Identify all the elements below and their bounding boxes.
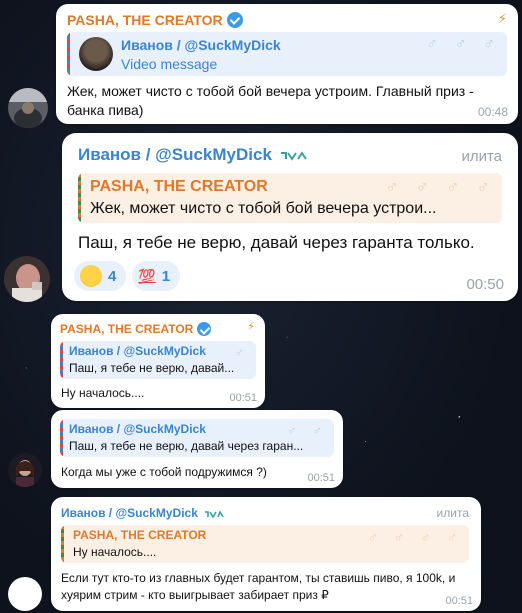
- reply-sender: PASHA, THE CREATOR: [73, 528, 207, 542]
- reply-pattern-icon: ♂: [234, 345, 250, 360]
- reply-sender: PASHA, THE CREATOR: [90, 178, 268, 195]
- sender-name[interactable]: PASHA, THE CREATOR: [67, 12, 243, 28]
- lightning-icon: ⚡: [497, 11, 507, 26]
- reply-quote[interactable]: PASHA, THE CREATOR Жек, может чисто с то…: [78, 173, 502, 223]
- reply-quote[interactable]: Иванов / @SuckMyDick Video message ♂ ♂ ♂: [67, 32, 507, 76]
- sender-name[interactable]: Иванов / @SuckMyDick: [78, 145, 308, 165]
- reaction-count: 1: [161, 267, 171, 285]
- sender-label[interactable]: Иванов / @SuckMyDick: [61, 506, 198, 520]
- avatar[interactable]: [8, 577, 42, 611]
- message-text: Если тут кто-то из главных будет гаранто…: [61, 571, 456, 602]
- verified-icon: [226, 12, 243, 28]
- message-text: Когда мы уже с тобой подружимся ?): [61, 465, 267, 479]
- video-thumbnail: [79, 37, 113, 71]
- reaction-grin[interactable]: 4: [74, 261, 127, 291]
- reply-sender: Иванов / @SuckMyDick: [69, 422, 206, 436]
- reply-text: Паш, я тебе не верю, давай через гаран..…: [69, 439, 304, 453]
- message-bubble[interactable]: Иванов / @SuckMyDick илита PASHA, THE CR…: [62, 133, 518, 301]
- message-text: Ну началось....: [61, 386, 145, 400]
- message-text: Паш, я тебе не верю, давай через гаранта…: [78, 233, 475, 252]
- lightning-icon: ⚡: [247, 321, 255, 333]
- sender-name[interactable]: Иванов / @SuckMyDick: [61, 506, 224, 520]
- reply-pattern-icon: ♂ ♂ ♂ ♂: [367, 529, 463, 545]
- 100-emoji-icon: 💯: [138, 267, 156, 284]
- avatar-photo-icon: [4, 256, 50, 302]
- member-tag: илита: [436, 506, 469, 520]
- reply-quote[interactable]: Иванов / @SuckMyDick Паш, я тебе не верю…: [60, 419, 334, 457]
- reaction-100[interactable]: 💯 1: [132, 261, 181, 291]
- avatar[interactable]: [8, 88, 48, 128]
- avatar[interactable]: [4, 256, 50, 302]
- avatar-photo-icon: [8, 453, 42, 487]
- message-bubble[interactable]: Иванов / @SuckMyDick илита PASHA, THE CR…: [51, 497, 481, 611]
- reactions-row: 4 💯 1: [74, 261, 186, 291]
- message-time: 00:51: [445, 595, 473, 607]
- reply-quote[interactable]: Иванов / @SuckMyDick Паш, я тебе не верю…: [60, 341, 256, 379]
- sender-name[interactable]: PASHA, THE CREATOR: [60, 322, 212, 336]
- reply-text: Паш, я тебе не верю, давай...: [69, 361, 235, 375]
- message-bubble[interactable]: PASHA, THE CREATOR ⚡ Иванов / @SuckMyDic…: [56, 4, 518, 124]
- reply-text: Ну началось....: [73, 545, 157, 559]
- verified-icon: [197, 322, 212, 336]
- message-time: 00:51: [307, 472, 335, 484]
- message-text: Жек, может чисто с тобой бой вечера устр…: [67, 83, 474, 118]
- sender-label[interactable]: PASHA, THE CREATOR: [60, 322, 193, 336]
- message-time: 00:48: [477, 105, 508, 119]
- message-time: 00:50: [466, 276, 504, 293]
- reply-text: Video message: [121, 56, 218, 72]
- message-time: 00:51: [229, 392, 257, 404]
- grin-emoji-icon: [80, 265, 102, 287]
- reply-text: Жек, может чисто с тобой бой вечера устр…: [90, 200, 437, 217]
- sender-label[interactable]: Иванов / @SuckMyDick: [78, 145, 272, 164]
- message-bubble[interactable]: PASHA, THE CREATOR ⚡ Иванов / @SuckMyDic…: [51, 314, 265, 408]
- signature-icon: [205, 510, 224, 518]
- reply-pattern-icon: ♂ ♂ ♂: [426, 36, 501, 53]
- message-bubble[interactable]: Иванов / @SuckMyDick Паш, я тебе не верю…: [51, 410, 343, 488]
- avatar[interactable]: [8, 453, 42, 487]
- reply-sender: Иванов / @SuckMyDick: [69, 344, 206, 358]
- reply-pattern-icon: ♂ ♂ ♂ ♂: [384, 177, 496, 197]
- signature-icon: [280, 150, 307, 161]
- reaction-count: 4: [108, 267, 117, 285]
- reply-quote[interactable]: PASHA, THE CREATOR Ну началось.... ♂ ♂ ♂…: [61, 525, 469, 563]
- reply-pattern-icon: ♂ ♂: [286, 423, 328, 438]
- member-tag: илита: [461, 148, 502, 165]
- avatar-photo-icon: [8, 88, 48, 128]
- sender-label[interactable]: PASHA, THE CREATOR: [67, 12, 223, 28]
- reply-sender: Иванов / @SuckMyDick: [121, 37, 281, 53]
